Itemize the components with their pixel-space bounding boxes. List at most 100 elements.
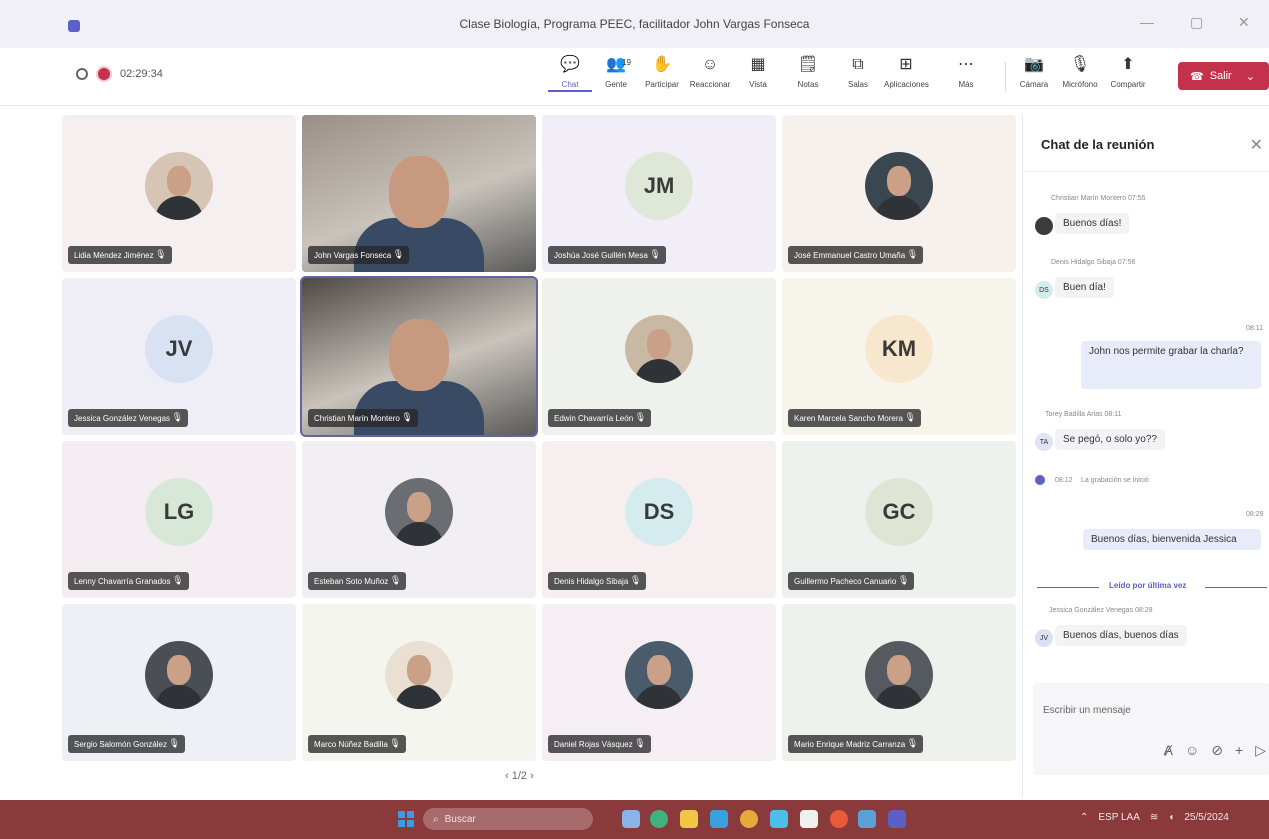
participant-tile[interactable]: Esteban Soto Muñoz 🎙	[302, 441, 536, 598]
avatar	[145, 152, 213, 221]
close-window-button[interactable]: ✕	[1238, 14, 1250, 31]
toolbar-separator	[1005, 62, 1006, 92]
participant-name-text: Daniel Rojas Vásquez	[554, 739, 633, 749]
participant-name: Christian Marín Montero 🎙	[308, 409, 418, 427]
taskbar-app-icon[interactable]	[622, 810, 640, 828]
toolbar-share-button[interactable]: ⬆ Compartir	[1106, 54, 1150, 100]
chat-message[interactable]: Buen día!	[1055, 277, 1114, 298]
avatar-body	[635, 359, 683, 384]
participant-tile[interactable]: JV Jessica González Venegas 🎙	[62, 278, 296, 435]
participant-tile[interactable]: Marco Núñez Badilla 🎙	[302, 604, 536, 761]
taskbar-app-icon[interactable]	[858, 810, 876, 828]
muted-microphone-icon: 🎙	[649, 249, 661, 259]
maximize-button[interactable]: ▢	[1190, 14, 1203, 31]
participant-tile[interactable]: Daniel Rojas Vásquez 🎙	[542, 604, 776, 761]
toolbar-view-grid-button[interactable]: ▦ Vista	[736, 54, 780, 100]
read-receipt: Leído por última vez	[1037, 581, 1267, 593]
attach-icon[interactable]: ⊘	[1211, 742, 1223, 759]
taskbar-app-icon[interactable]	[710, 810, 728, 828]
avatar-face	[407, 655, 431, 686]
participant-tile[interactable]: KM Karen Marcela Sancho Morera 🎙	[782, 278, 1016, 435]
participant-name-text: Sergio Salomón González	[74, 739, 167, 749]
chevron-up-icon[interactable]: ⌃	[1080, 812, 1088, 823]
chevron-down-icon[interactable]: ⌄	[1246, 70, 1255, 83]
toolbar-more-button[interactable]: ⋯ Más	[944, 54, 988, 100]
people-icon: 👥	[606, 56, 626, 73]
compose-box[interactable]: Escribir un mensaje Ⱥ ☺ ⊘ + ▷	[1033, 683, 1269, 775]
document-icon[interactable]	[800, 810, 818, 828]
participant-tile[interactable]: JM Joshúa José Guillén Mesa 🎙	[542, 115, 776, 272]
toolbar-rooms-button[interactable]: ⧉ Salas	[836, 54, 880, 100]
participant-tile[interactable]: Christian Marín Montero 🎙	[300, 276, 538, 437]
wifi-icon[interactable]: ≋	[1150, 812, 1158, 823]
participant-name: Jessica González Venegas 🎙	[68, 409, 189, 427]
page-indicator: 1/2	[511, 770, 528, 782]
avatar	[385, 641, 453, 710]
chat-message[interactable]: Buenos días, buenos días	[1055, 625, 1187, 646]
page-navigator[interactable]: ‹ 1/2 ›	[505, 770, 534, 782]
chat-message[interactable]: Se pegó, o solo yo??	[1055, 429, 1165, 450]
next-page-icon[interactable]: ›	[530, 770, 534, 782]
teams-taskbar-icon[interactable]	[888, 810, 906, 828]
plus-icon[interactable]: +	[1235, 742, 1243, 759]
toolbar-chat-button[interactable]: 💬 Chat	[548, 54, 592, 100]
firefox-icon[interactable]	[830, 810, 848, 828]
participant-tile[interactable]: Sergio Salomón González 🎙	[62, 604, 296, 761]
avatar-body	[155, 685, 203, 710]
chat-message[interactable]: Buenos días, bienvenida Jessica	[1083, 529, 1261, 550]
format-icon[interactable]: Ⱥ	[1164, 742, 1173, 759]
participant-tile[interactable]: Lidia Méndez Jiménez 🎙	[62, 115, 296, 272]
send-icon[interactable]: ▷	[1255, 742, 1266, 759]
avatar	[385, 478, 453, 547]
participant-tile[interactable]: GC Guillermo Pacheco Canuario 🎙	[782, 441, 1016, 598]
chat-title: Chat de la reunión	[1041, 137, 1155, 152]
muted-microphone-icon: 🎙	[906, 249, 919, 259]
prev-page-icon[interactable]: ‹	[505, 770, 512, 782]
toolbar-camera-button[interactable]: 📷 Cámara	[1012, 54, 1056, 100]
view-grid-icon: ▦	[750, 56, 766, 73]
participant-tile[interactable]: José Emmanuel Castro Umaña 🎙	[782, 115, 1016, 272]
toolbar-raise-hand-button[interactable]: ✋ Participar	[640, 54, 684, 100]
chrome-icon[interactable]	[740, 810, 758, 828]
system-message: La grabación se inició	[1081, 477, 1149, 484]
toolbar-microphone-button[interactable]: 🎙 Micrófono	[1058, 54, 1102, 100]
avatar: GC	[865, 478, 933, 547]
toolbar-people-button[interactable]: 👥 19 Gente	[594, 54, 638, 100]
chat-message[interactable]: Buenos días!	[1055, 213, 1130, 234]
clock-date[interactable]: 25/5/2024	[1184, 812, 1229, 823]
participant-tile[interactable]: Edwin Chavarría León 🎙	[542, 278, 776, 435]
meeting-toolbar: 02:29:34 💬 Chat 👥 19 Gente ✋ Participar ☺ Reacci…	[0, 48, 1269, 106]
participant-name-text: José Emmanuel Castro Umaña	[794, 250, 906, 260]
volume-icon[interactable]: ◖	[1168, 812, 1174, 823]
muted-microphone-icon: 🎙	[392, 249, 405, 259]
avatar-initials: GC	[882, 499, 916, 525]
message-meta: Torey Badilla Arias 08:11	[1045, 411, 1122, 418]
minimize-button[interactable]: —	[1140, 14, 1154, 30]
chat-divider	[1023, 171, 1269, 172]
avatar-body	[155, 196, 203, 221]
taskbar-app-icon[interactable]	[650, 810, 668, 828]
meeting-chat-panel: Chat de la reunión ✕ Christian Marín Mon…	[1022, 115, 1269, 797]
toolbar-button-label: Compartir	[1110, 80, 1146, 89]
chat-message[interactable]: John nos permite grabar la charla?	[1081, 341, 1261, 389]
emoji-icon[interactable]: ☺	[1185, 742, 1199, 759]
taskbar-app-icon[interactable]	[770, 810, 788, 828]
toolbar-apps-button[interactable]: ⊞ Aplicaciones	[884, 54, 929, 100]
toolbar-notes-button[interactable]: 🗒 Notas	[786, 54, 830, 100]
avatar	[1035, 217, 1053, 235]
keyboard-language[interactable]: ESP LAA	[1098, 812, 1140, 823]
folder-icon[interactable]	[680, 810, 698, 828]
leave-button[interactable]: ☎ Salir ⌄	[1178, 62, 1269, 90]
toolbar-reaction-button[interactable]: ☺ Reaccionar	[688, 54, 732, 100]
info-icon[interactable]	[76, 68, 88, 80]
avatar: TA	[1035, 433, 1053, 451]
taskbar-search[interactable]: ⌕ Buscar	[423, 808, 593, 830]
participant-tile[interactable]: John Vargas Fonseca 🎙	[302, 115, 536, 272]
message-input[interactable]: Escribir un mensaje	[1043, 705, 1131, 716]
participant-tile[interactable]: LG Lenny Chavarría Granados 🎙	[62, 441, 296, 598]
windows-start-icon[interactable]	[398, 811, 414, 827]
participant-tile[interactable]: Mario Enrique Madriz Carranza 🎙	[782, 604, 1016, 761]
avatar-face	[647, 655, 671, 686]
close-icon[interactable]: ✕	[1250, 135, 1263, 155]
participant-tile[interactable]: DS Denis Hidalgo Sibaja 🎙	[542, 441, 776, 598]
